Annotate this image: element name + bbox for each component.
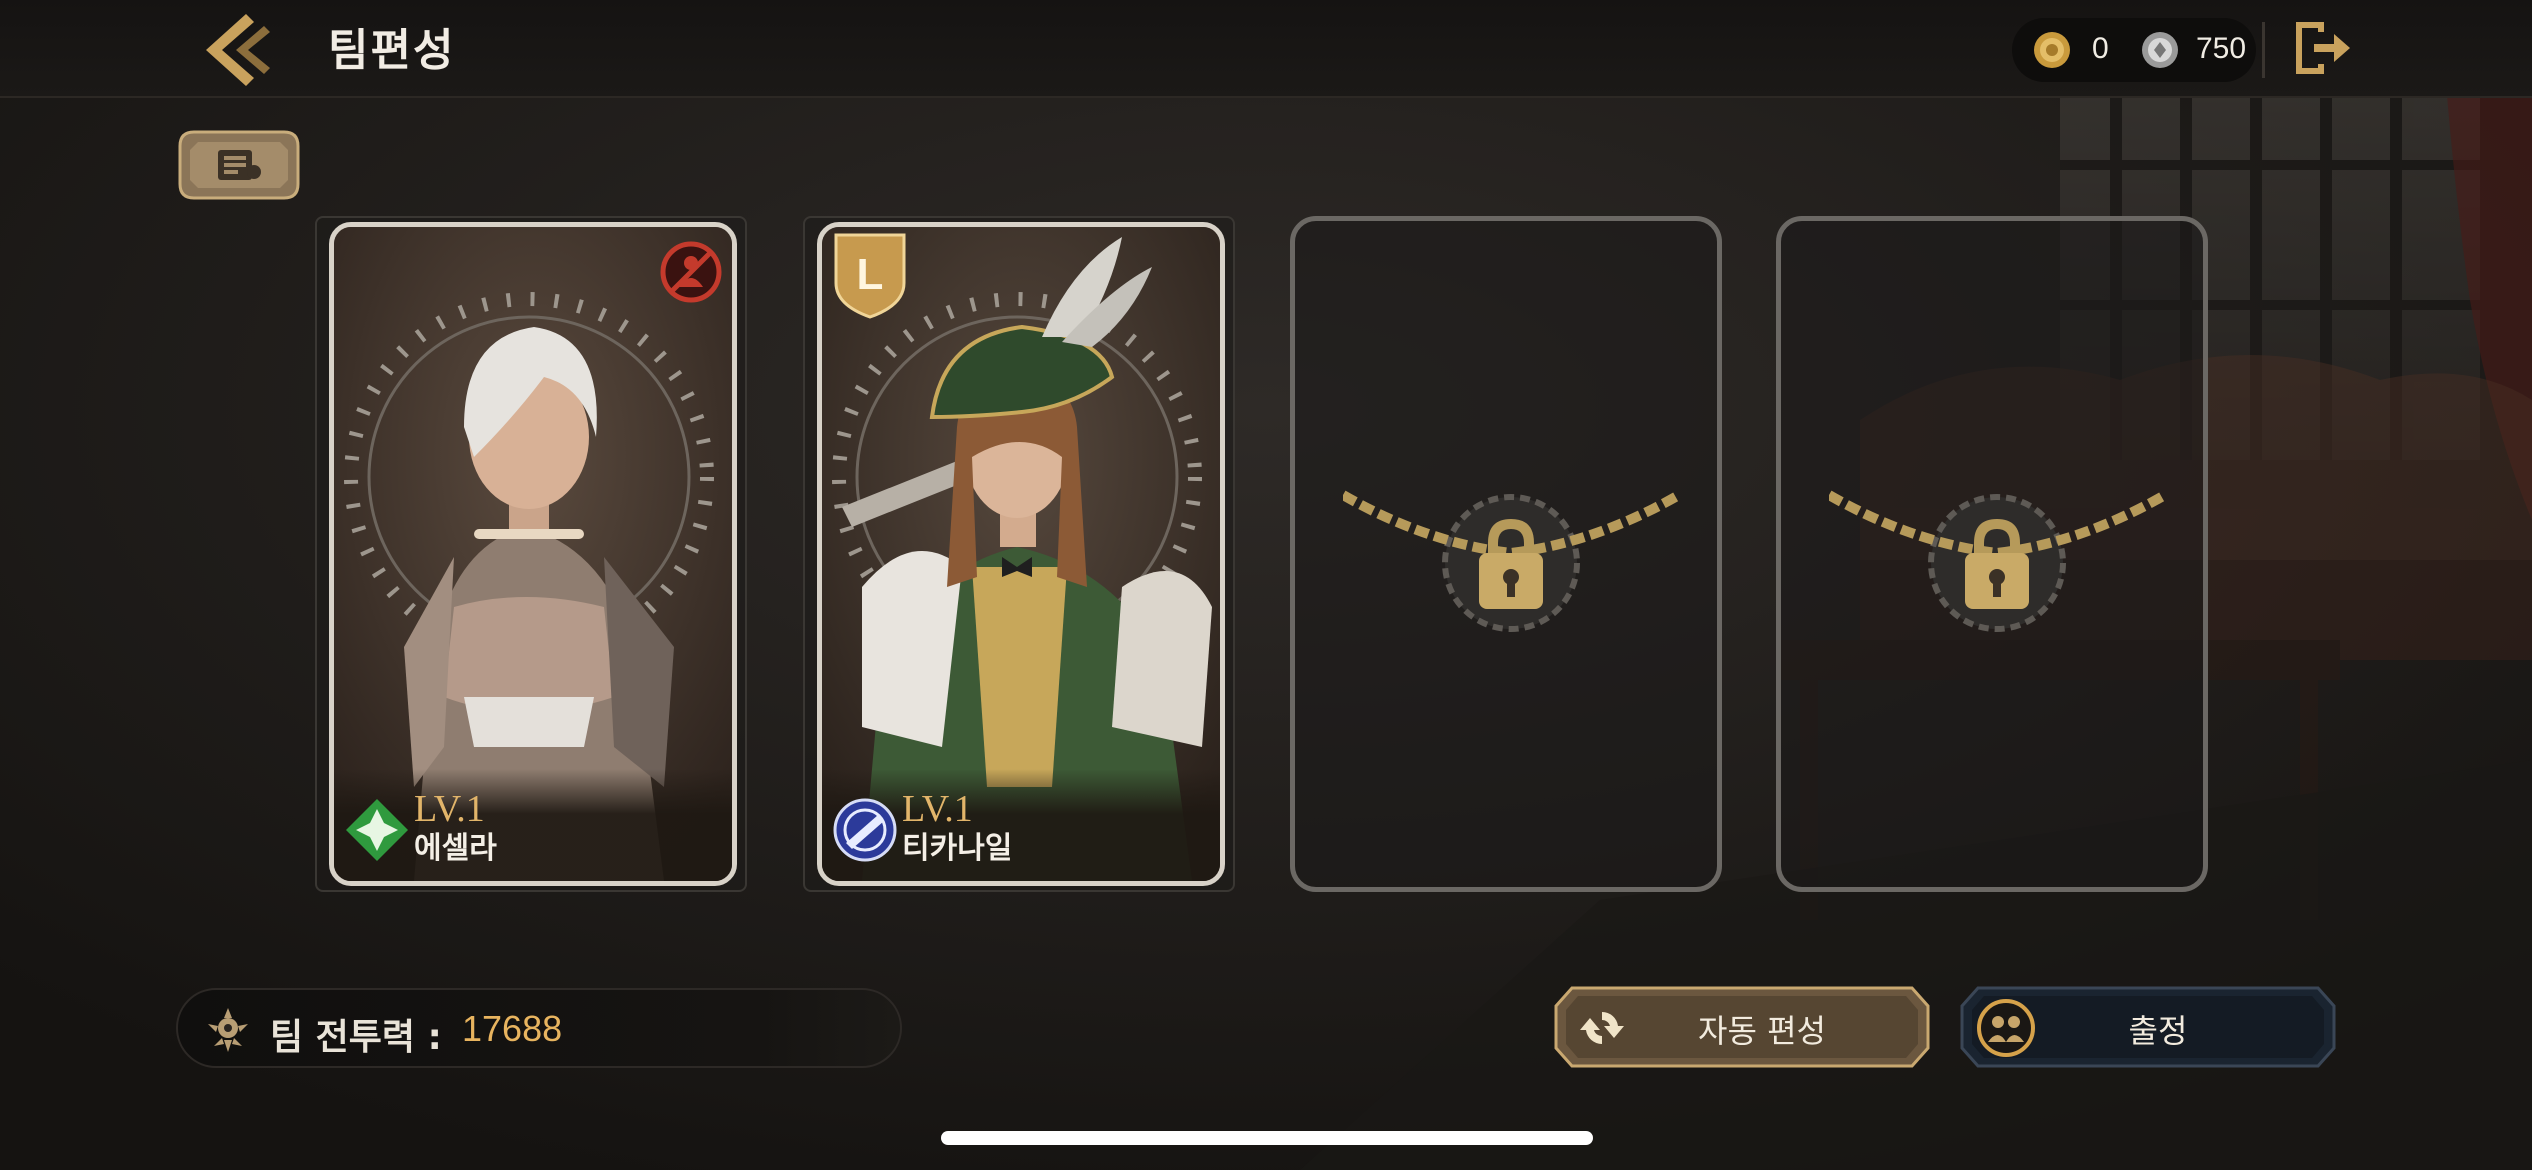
restricted-figure-badge-icon — [660, 241, 722, 303]
team-slot-1[interactable]: LV.1 에셀라 — [315, 216, 747, 892]
team-slot-2[interactable]: L LV.1 티카나일 — [803, 216, 1235, 892]
page-title: 팀편성 — [328, 25, 456, 76]
exit-button[interactable] — [2290, 16, 2354, 80]
character-name: 티카나일 — [902, 831, 1013, 866]
auto-form-label: 자동 편성 — [1698, 1012, 1826, 1050]
silver-coin-icon — [2142, 32, 2178, 68]
character-card-tikanail[interactable]: L LV.1 티카나일 — [817, 222, 1225, 886]
team-list-button[interactable] — [176, 128, 302, 202]
currency-panel: 0 750 — [2012, 18, 2256, 82]
locked-slot-frame[interactable] — [1290, 216, 1722, 892]
blue-gun-class-icon — [833, 798, 897, 862]
list-card-icon — [178, 130, 300, 200]
card-footer: LV.1 티카나일 — [822, 769, 1220, 881]
double-chevron-left-icon — [206, 14, 270, 86]
sortie-label: 출정 — [2128, 1012, 2188, 1050]
auto-form-button[interactable]: 자동 편성 — [1552, 984, 1932, 1070]
character-card-eshela[interactable]: LV.1 에셀라 — [329, 222, 737, 886]
green-diamond-class-icon — [346, 799, 408, 861]
leader-L-badge-icon: L — [834, 233, 906, 319]
team-power-bar: 팀 전투력 : 17688 — [176, 988, 902, 1068]
gold-coin-icon — [2034, 32, 2070, 68]
locked-slot-frame[interactable] — [1776, 216, 2208, 892]
top-bar: 팀편성 0 750 — [0, 0, 2532, 98]
leader-badge-letter: L — [857, 250, 884, 299]
gold-amount: 0 — [2092, 32, 2109, 65]
team-power-label: 팀 전투력 : — [270, 1017, 442, 1058]
home-indicator[interactable] — [941, 1131, 1593, 1145]
team-slot-3-locked[interactable] — [1290, 216, 1722, 892]
header-divider — [2262, 22, 2265, 78]
back-button[interactable] — [196, 10, 276, 90]
team-slot-4-locked[interactable] — [1776, 216, 2208, 892]
crest-icon — [208, 1008, 248, 1052]
team-power-value: 17688 — [462, 1008, 563, 1049]
chain-padlock-icon — [1829, 490, 2165, 632]
chain-padlock-icon — [1343, 490, 1679, 632]
sortie-button[interactable]: 출정 — [1958, 984, 2338, 1070]
character-name: 에셀라 — [414, 831, 497, 866]
card-footer: LV.1 에셀라 — [334, 769, 732, 881]
exit-door-icon — [2296, 22, 2350, 74]
silver-amount: 750 — [2196, 32, 2247, 65]
